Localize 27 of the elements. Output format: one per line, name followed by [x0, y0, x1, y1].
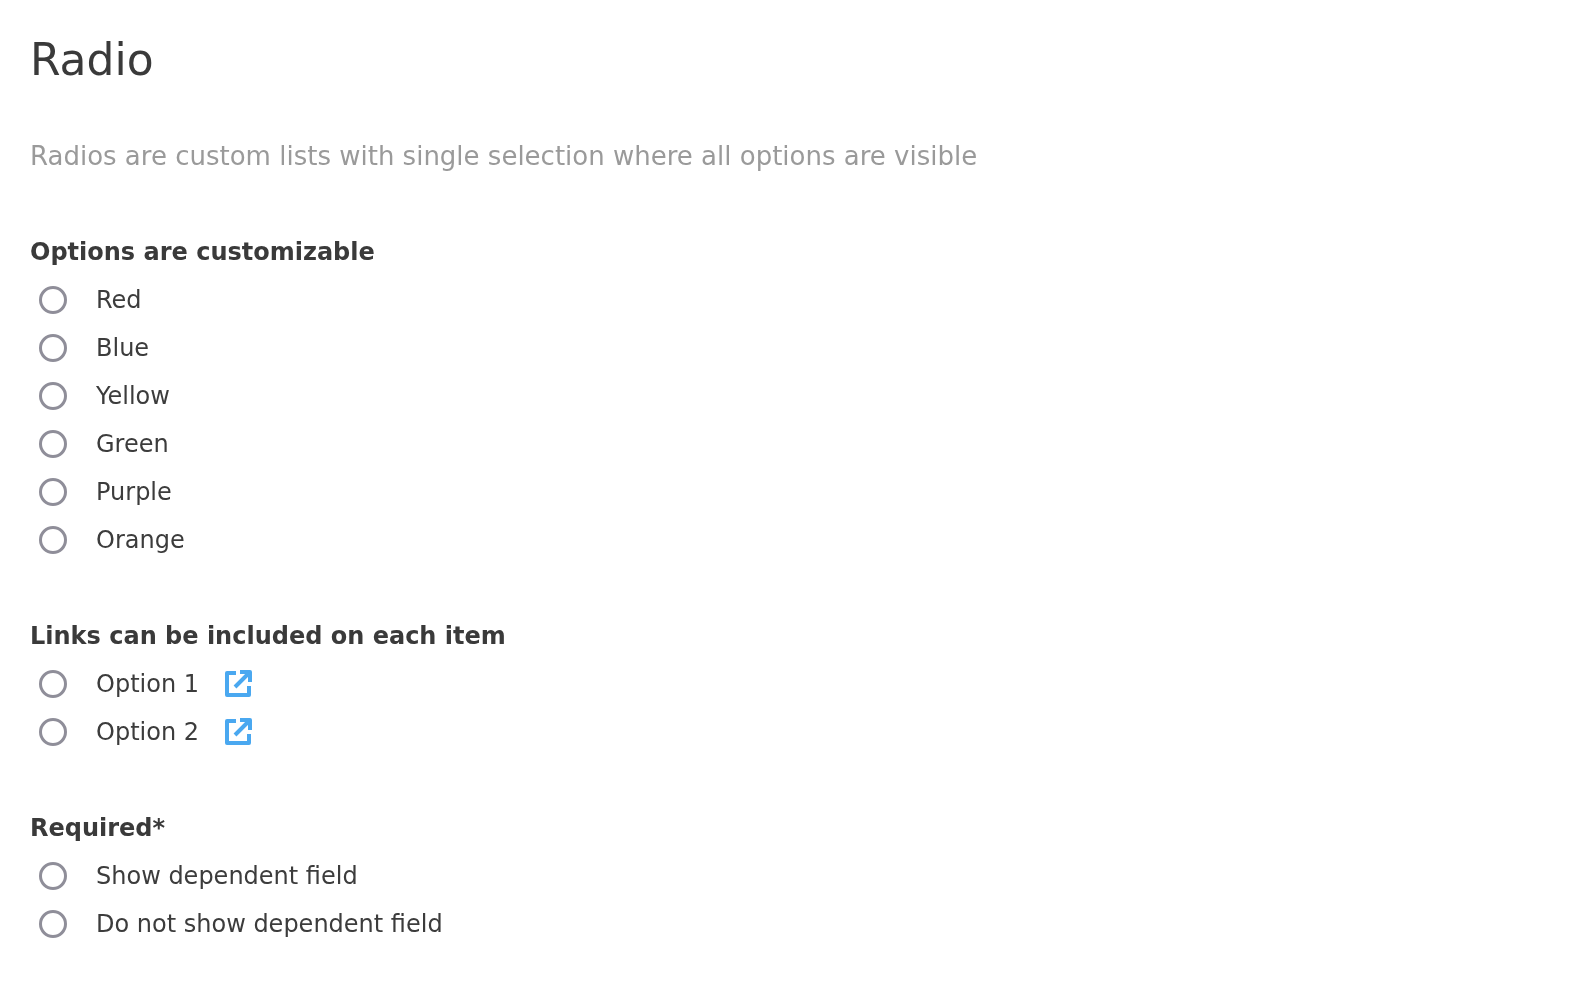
option-label[interactable]: Show dependent field	[96, 862, 358, 890]
radio-button[interactable]	[39, 670, 67, 698]
radio-button[interactable]	[39, 718, 67, 746]
group-heading: Required*	[30, 813, 167, 844]
radio-button[interactable]	[39, 334, 67, 362]
page-title: Radio	[30, 33, 155, 87]
radio-button[interactable]	[39, 526, 67, 554]
radio-button[interactable]	[39, 286, 67, 314]
option-label[interactable]: Option 1	[96, 670, 199, 698]
option-label[interactable]: Yellow	[96, 382, 170, 410]
external-link-icon[interactable]	[223, 717, 253, 747]
group-heading: Options are customizable	[30, 237, 376, 268]
option-label[interactable]: Purple	[96, 478, 172, 506]
group-heading: Links can be included on each item	[30, 621, 507, 652]
option-label[interactable]: Blue	[96, 334, 150, 362]
radio-button[interactable]	[39, 862, 67, 890]
option-label[interactable]: Green	[96, 430, 169, 458]
option-label[interactable]: Option 2	[96, 718, 199, 746]
option-label[interactable]: Orange	[96, 526, 185, 554]
option-label[interactable]: Do not show dependent field	[96, 910, 443, 938]
radio-button[interactable]	[39, 382, 67, 410]
option-label[interactable]: Red	[96, 286, 142, 314]
radio-button[interactable]	[39, 478, 67, 506]
external-link-icon[interactable]	[223, 669, 253, 699]
radio-button[interactable]	[39, 910, 67, 938]
description: Radios are custom lists with single selection where all options are visible	[30, 140, 979, 173]
radio-button[interactable]	[39, 430, 67, 458]
